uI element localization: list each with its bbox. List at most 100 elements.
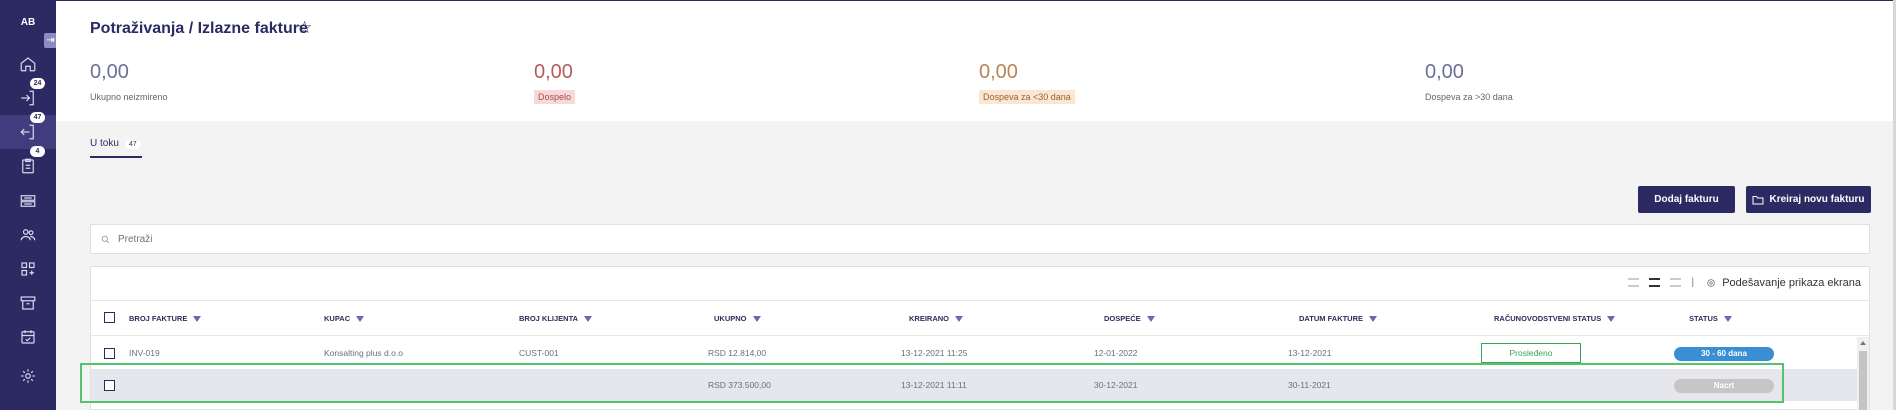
accounting-status-badge: Prosleđeno bbox=[1481, 343, 1581, 363]
filter-icon[interactable] bbox=[1723, 315, 1732, 322]
table-row[interactable]: INV-019 Konsalting plus d.o.o CUST-001 R… bbox=[91, 337, 1857, 369]
eye-settings-icon bbox=[1707, 279, 1715, 287]
tab-count-badge: 47 bbox=[124, 140, 141, 149]
column-header-client-number[interactable]: BROJ KLIJENTA bbox=[519, 314, 593, 323]
sidebar: AB ⇥ 24 47 4 bbox=[0, 0, 57, 410]
filter-icon[interactable] bbox=[1607, 315, 1616, 322]
stat-value: 0,00 bbox=[534, 61, 573, 83]
divider: | bbox=[1691, 277, 1694, 288]
filter-icon[interactable] bbox=[193, 315, 202, 322]
home-icon bbox=[20, 57, 36, 72]
scrollbar-thumb[interactable] bbox=[1859, 351, 1867, 410]
cell-client-number: CUST-001 bbox=[519, 348, 559, 358]
view-default-icon[interactable] bbox=[1649, 278, 1661, 287]
stat-value: 0,00 bbox=[979, 61, 1018, 83]
page-title: Potraživanja / Izlazne fakture bbox=[90, 20, 308, 37]
view-wide-icon[interactable] bbox=[1670, 278, 1682, 287]
nav-badge: 4 bbox=[30, 146, 45, 157]
column-header-due[interactable]: DOSPEĆE bbox=[1104, 314, 1155, 323]
column-header-created[interactable]: KREIRANO bbox=[909, 314, 964, 323]
nav-badge: 24 bbox=[30, 78, 45, 89]
calendar-check-icon bbox=[21, 330, 35, 344]
clipboard-icon bbox=[22, 158, 34, 174]
view-compact-icon[interactable] bbox=[1628, 278, 1640, 287]
column-header-status[interactable]: STATUS bbox=[1689, 314, 1732, 323]
filter-icon[interactable] bbox=[584, 315, 593, 322]
apps-add-icon bbox=[21, 262, 35, 276]
column-header-accounting-status[interactable]: RAČUNOVODSTVENI STATUS bbox=[1494, 314, 1616, 323]
cell-total: RSD 373.500,00 bbox=[708, 380, 771, 390]
screen-settings-label: Podešavanje prikaza ekrana bbox=[1722, 277, 1861, 289]
stat-due-under-30: 0,00 Dospeva za <30 dana bbox=[979, 61, 1075, 105]
sidebar-item-incoming[interactable]: 24 bbox=[0, 78, 56, 115]
select-all-checkbox[interactable] bbox=[104, 312, 115, 323]
create-invoice-button[interactable]: Kreiraj novu fakturu bbox=[1746, 186, 1871, 213]
add-invoice-label: Dodaj fakturu bbox=[1654, 194, 1719, 205]
tab-active-indicator bbox=[90, 156, 142, 158]
filter-icon[interactable] bbox=[1146, 315, 1155, 322]
cell-created: 13-12-2021 11:25 bbox=[901, 348, 968, 358]
cell-invoice-date: 13-12-2021 bbox=[1288, 348, 1332, 358]
column-header-invoice-number[interactable]: BROJ FAKTURE bbox=[129, 314, 202, 323]
cell-due: 30-12-2021 bbox=[1094, 380, 1138, 390]
create-invoice-label: Kreiraj novu fakturu bbox=[1769, 194, 1865, 205]
scroll-up-icon[interactable] bbox=[1860, 341, 1866, 345]
sidebar-item-settings[interactable] bbox=[0, 359, 56, 393]
status-badge: 30 - 60 dana bbox=[1674, 347, 1774, 361]
table-scrollbar[interactable] bbox=[1857, 337, 1869, 410]
column-header-invoice-date[interactable]: DATUM FAKTURE bbox=[1299, 314, 1378, 323]
stat-label: Dospeva za <30 dana bbox=[979, 90, 1075, 104]
add-invoice-button[interactable]: Dodaj fakturu bbox=[1638, 186, 1735, 213]
filter-icon[interactable] bbox=[955, 315, 964, 322]
column-header-total[interactable]: UKUPNO bbox=[714, 314, 761, 323]
users-icon bbox=[20, 229, 36, 241]
cell-due: 12-01-2022 bbox=[1094, 348, 1138, 358]
stat-due-over-30: 0,00 Dospeva za >30 dana bbox=[1425, 61, 1513, 105]
table-header: BROJ FAKTURE KUPAC BROJ KLIJENTA UKUPNO … bbox=[91, 300, 1869, 336]
cell-customer: Konsalting plus d.o.o bbox=[324, 348, 403, 358]
archive-icon bbox=[20, 296, 36, 310]
settings-icon bbox=[21, 369, 35, 383]
stat-total-unpaid: 0,00 Ukupno neizmireno bbox=[90, 61, 168, 105]
filter-icon[interactable] bbox=[1369, 315, 1378, 322]
status-badge: Nacrt bbox=[1674, 379, 1774, 393]
view-mode-toggle: | bbox=[1628, 277, 1694, 288]
logout-icon bbox=[20, 124, 34, 140]
sidebar-item-clipboard[interactable]: 4 bbox=[0, 146, 56, 183]
stat-label: Ukupno neizmireno bbox=[90, 92, 168, 102]
sidebar-item-transfers[interactable] bbox=[0, 184, 56, 218]
sidebar-item-archive[interactable] bbox=[0, 286, 56, 320]
cell-total: RSD 12.814,00 bbox=[708, 348, 767, 358]
filter-icon[interactable] bbox=[752, 315, 761, 322]
search-icon bbox=[101, 235, 110, 243]
tab-label: U toku bbox=[90, 138, 119, 149]
invoice-table-panel: | Podešavanje prikaza ekrana BROJ FAKTUR… bbox=[90, 266, 1870, 410]
stat-value: 0,00 bbox=[90, 61, 129, 83]
column-header-customer[interactable]: KUPAC bbox=[324, 314, 365, 323]
stat-overdue: 0,00 Dospelo bbox=[534, 61, 576, 105]
cell-invoice-number[interactable]: INV-019 bbox=[129, 348, 160, 358]
login-icon bbox=[21, 90, 34, 106]
folder-icon bbox=[1752, 195, 1764, 204]
sidebar-item-home[interactable] bbox=[0, 47, 56, 81]
tab-in-progress[interactable]: U toku 47 bbox=[90, 138, 141, 149]
sidebar-item-calendar[interactable] bbox=[0, 320, 56, 354]
row-checkbox[interactable] bbox=[104, 380, 115, 391]
screen-settings-button[interactable]: Podešavanje prikaza ekrana bbox=[1706, 277, 1861, 289]
sidebar-item-users[interactable] bbox=[0, 218, 56, 252]
page-header: Potraživanja / Izlazne fakture ☆ 0,00 Uk… bbox=[56, 0, 1896, 121]
favorite-star-icon[interactable]: ☆ bbox=[297, 18, 312, 38]
cell-created: 13-12-2021 11:11 bbox=[901, 380, 967, 390]
transfer-icon bbox=[20, 195, 36, 207]
sidebar-item-apps[interactable] bbox=[0, 252, 56, 286]
row-checkbox[interactable] bbox=[104, 348, 115, 359]
stat-label: Dospelo bbox=[534, 90, 576, 104]
nav-badge: 47 bbox=[30, 112, 45, 123]
filter-icon[interactable] bbox=[356, 315, 365, 322]
stat-value: 0,00 bbox=[1425, 61, 1464, 83]
search-input[interactable] bbox=[118, 233, 1818, 245]
stat-label: Dospeva za >30 dana bbox=[1425, 92, 1513, 102]
table-row[interactable]: RSD 373.500,00 13-12-2021 11:11 30-12-20… bbox=[91, 369, 1857, 401]
cell-invoice-date: 30-11-2021 bbox=[1288, 380, 1331, 390]
sidebar-item-outgoing[interactable]: 47 bbox=[0, 112, 56, 149]
